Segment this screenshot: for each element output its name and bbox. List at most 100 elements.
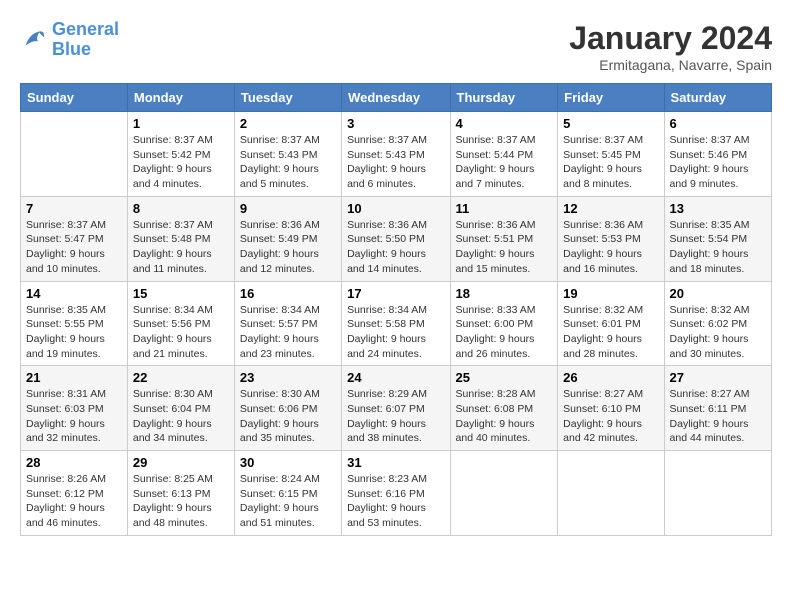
calendar-table: SundayMondayTuesdayWednesdayThursdayFrid… (20, 83, 772, 536)
calendar-cell: 8 Sunrise: 8:37 AMSunset: 5:48 PMDaylight… (127, 196, 234, 281)
day-number: 5 (563, 116, 658, 131)
day-info: Sunrise: 8:25 AMSunset: 6:13 PMDaylight:… (133, 472, 229, 531)
calendar-cell: 21Sunrise: 8:31 AMSunset: 6:03 PMDayligh… (21, 366, 128, 451)
week-row-1: 1 Sunrise: 8:37 AMSunset: 5:42 PMDaylight… (21, 112, 772, 197)
day-number: 19 (563, 286, 658, 301)
calendar-cell (558, 451, 664, 536)
day-number: 17 (347, 286, 444, 301)
month-title: January 2024 (569, 20, 772, 57)
calendar-cell: 3 Sunrise: 8:37 AMSunset: 5:43 PMDaylight… (342, 112, 450, 197)
day-number: 31 (347, 455, 444, 470)
day-info: Sunrise: 8:37 AMSunset: 5:43 PMDaylight:… (240, 133, 336, 192)
week-row-2: 7Sunrise: 8:37 AMSunset: 5:47 PMDaylight… (21, 196, 772, 281)
week-row-4: 21Sunrise: 8:31 AMSunset: 6:03 PMDayligh… (21, 366, 772, 451)
day-number: 9 (240, 201, 336, 216)
day-number: 26 (563, 370, 658, 385)
day-number: 28 (26, 455, 122, 470)
calendar-cell: 11 Sunrise: 8:36 AMSunset: 5:51 PMDayligh… (450, 196, 558, 281)
day-info: Sunrise: 8:36 AMSunset: 5:51 PMDaylight:… (456, 218, 553, 277)
calendar-cell: 17 Sunrise: 8:34 AMSunset: 5:58 PMDayligh… (342, 281, 450, 366)
day-info: Sunrise: 8:32 AMSunset: 6:02 PMDaylight:… (670, 303, 766, 362)
day-number: 29 (133, 455, 229, 470)
calendar-cell: 9 Sunrise: 8:36 AMSunset: 5:49 PMDaylight… (234, 196, 341, 281)
calendar-cell: 19 Sunrise: 8:32 AMSunset: 6:01 PMDayligh… (558, 281, 664, 366)
day-info: Sunrise: 8:27 AMSunset: 6:10 PMDaylight:… (563, 387, 658, 446)
day-info: Sunrise: 8:34 AMSunset: 5:58 PMDaylight:… (347, 303, 444, 362)
logo-bird-icon (20, 26, 48, 54)
day-info: Sunrise: 8:30 AMSunset: 6:06 PMDaylight:… (240, 387, 336, 446)
day-number: 12 (563, 201, 658, 216)
day-info: Sunrise: 8:36 AMSunset: 5:50 PMDaylight:… (347, 218, 444, 277)
calendar-cell: 18 Sunrise: 8:33 AMSunset: 6:00 PMDayligh… (450, 281, 558, 366)
calendar-cell: 2 Sunrise: 8:37 AMSunset: 5:43 PMDaylight… (234, 112, 341, 197)
day-number: 16 (240, 286, 336, 301)
day-number: 22 (133, 370, 229, 385)
day-info: Sunrise: 8:37 AMSunset: 5:46 PMDaylight:… (670, 133, 766, 192)
calendar-cell (21, 112, 128, 197)
column-header-saturday: Saturday (664, 84, 771, 112)
day-number: 13 (670, 201, 766, 216)
day-info: Sunrise: 8:34 AMSunset: 5:57 PMDaylight:… (240, 303, 336, 362)
day-info: Sunrise: 8:33 AMSunset: 6:00 PMDaylight:… (456, 303, 553, 362)
day-info: Sunrise: 8:37 AMSunset: 5:48 PMDaylight:… (133, 218, 229, 277)
day-number: 6 (670, 116, 766, 131)
week-row-3: 14 Sunrise: 8:35 AMSunset: 5:55 PMDayligh… (21, 281, 772, 366)
column-header-sunday: Sunday (21, 84, 128, 112)
column-header-monday: Monday (127, 84, 234, 112)
day-info: Sunrise: 8:37 AMSunset: 5:42 PMDaylight:… (133, 133, 229, 192)
logo-text: General Blue (52, 20, 119, 60)
week-row-5: 28 Sunrise: 8:26 AMSunset: 6:12 PMDayligh… (21, 451, 772, 536)
day-info: Sunrise: 8:27 AMSunset: 6:11 PMDaylight:… (670, 387, 766, 446)
column-header-wednesday: Wednesday (342, 84, 450, 112)
day-number: 7 (26, 201, 122, 216)
column-header-friday: Friday (558, 84, 664, 112)
day-info: Sunrise: 8:32 AMSunset: 6:01 PMDaylight:… (563, 303, 658, 362)
day-number: 3 (347, 116, 444, 131)
calendar-cell: 1 Sunrise: 8:37 AMSunset: 5:42 PMDaylight… (127, 112, 234, 197)
day-info: Sunrise: 8:30 AMSunset: 6:04 PMDaylight:… (133, 387, 229, 446)
day-info: Sunrise: 8:23 AMSunset: 6:16 PMDaylight:… (347, 472, 444, 531)
calendar-cell: 23Sunrise: 8:30 AMSunset: 6:06 PMDayligh… (234, 366, 341, 451)
day-number: 11 (456, 201, 553, 216)
day-number: 8 (133, 201, 229, 216)
title-block: January 2024 Ermitagana, Navarre, Spain (569, 20, 772, 73)
day-info: Sunrise: 8:24 AMSunset: 6:15 PMDaylight:… (240, 472, 336, 531)
logo-blue: Blue (52, 39, 91, 59)
calendar-cell: 5 Sunrise: 8:37 AMSunset: 5:45 PMDaylight… (558, 112, 664, 197)
day-number: 21 (26, 370, 122, 385)
day-info: Sunrise: 8:35 AMSunset: 5:55 PMDaylight:… (26, 303, 122, 362)
day-number: 20 (670, 286, 766, 301)
day-info: Sunrise: 8:26 AMSunset: 6:12 PMDaylight:… (26, 472, 122, 531)
calendar-cell: 25Sunrise: 8:28 AMSunset: 6:08 PMDayligh… (450, 366, 558, 451)
day-info: Sunrise: 8:34 AMSunset: 5:56 PMDaylight:… (133, 303, 229, 362)
day-number: 24 (347, 370, 444, 385)
day-info: Sunrise: 8:37 AMSunset: 5:43 PMDaylight:… (347, 133, 444, 192)
day-info: Sunrise: 8:37 AMSunset: 5:45 PMDaylight:… (563, 133, 658, 192)
column-header-tuesday: Tuesday (234, 84, 341, 112)
day-number: 10 (347, 201, 444, 216)
day-info: Sunrise: 8:36 AMSunset: 5:49 PMDaylight:… (240, 218, 336, 277)
day-number: 2 (240, 116, 336, 131)
day-number: 1 (133, 116, 229, 131)
calendar-cell: 31 Sunrise: 8:23 AMSunset: 6:16 PMDayligh… (342, 451, 450, 536)
day-number: 27 (670, 370, 766, 385)
location-subtitle: Ermitagana, Navarre, Spain (569, 57, 772, 73)
day-number: 4 (456, 116, 553, 131)
calendar-cell (664, 451, 771, 536)
calendar-cell: 16 Sunrise: 8:34 AMSunset: 5:57 PMDayligh… (234, 281, 341, 366)
calendar-header-row: SundayMondayTuesdayWednesdayThursdayFrid… (21, 84, 772, 112)
day-number: 15 (133, 286, 229, 301)
column-header-thursday: Thursday (450, 84, 558, 112)
calendar-cell: 15 Sunrise: 8:34 AMSunset: 5:56 PMDayligh… (127, 281, 234, 366)
day-number: 14 (26, 286, 122, 301)
day-info: Sunrise: 8:37 AMSunset: 5:44 PMDaylight:… (456, 133, 553, 192)
day-number: 30 (240, 455, 336, 470)
calendar-cell: 12 Sunrise: 8:36 AMSunset: 5:53 PMDayligh… (558, 196, 664, 281)
day-number: 18 (456, 286, 553, 301)
calendar-cell: 7Sunrise: 8:37 AMSunset: 5:47 PMDaylight… (21, 196, 128, 281)
calendar-cell: 22 Sunrise: 8:30 AMSunset: 6:04 PMDayligh… (127, 366, 234, 451)
calendar-cell: 28 Sunrise: 8:26 AMSunset: 6:12 PMDayligh… (21, 451, 128, 536)
day-info: Sunrise: 8:36 AMSunset: 5:53 PMDaylight:… (563, 218, 658, 277)
calendar-cell: 30 Sunrise: 8:24 AMSunset: 6:15 PMDayligh… (234, 451, 341, 536)
calendar-cell (450, 451, 558, 536)
